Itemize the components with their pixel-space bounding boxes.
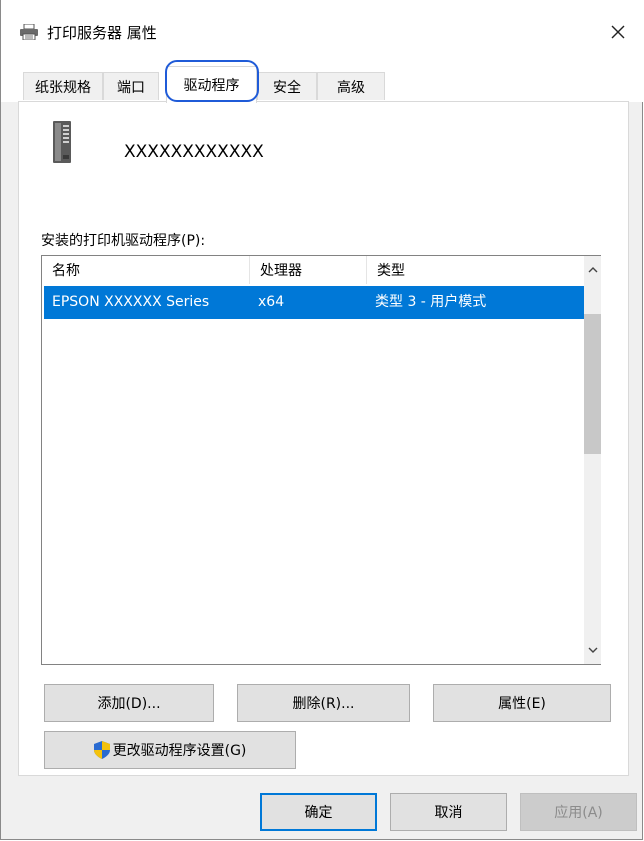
server-name: XXXXXXXXXXXX: [124, 142, 264, 162]
add-driver-button[interactable]: 添加(D)...: [44, 684, 214, 722]
close-icon: [611, 25, 625, 39]
tab-drivers[interactable]: 驱动程序: [166, 66, 257, 103]
tab-paper-size[interactable]: 纸张规格: [23, 72, 103, 100]
title-bar: 打印服务器 属性: [1, 0, 644, 62]
driver-properties-button[interactable]: 属性(E): [433, 684, 611, 722]
uac-shield-icon: [93, 741, 110, 759]
scrollbar-thumb[interactable]: [584, 314, 601, 454]
window-title: 打印服务器 属性: [47, 24, 157, 42]
vertical-scrollbar[interactable]: [584, 256, 601, 664]
column-header-type[interactable]: 类型: [367, 256, 584, 284]
installed-drivers-label: 安装的打印机驱动程序(P):: [41, 233, 206, 249]
chevron-down-icon: [588, 647, 597, 653]
driver-name-cell: EPSON XXXXXX Series: [52, 294, 210, 310]
list-header: 名称 处理器 类型: [42, 256, 584, 284]
drivers-list[interactable]: 名称 处理器 类型 EPSON XXXXXX Series x64 类型 3 -…: [41, 255, 601, 665]
scroll-up-button[interactable]: [584, 260, 601, 280]
remove-driver-button[interactable]: 删除(R)...: [237, 684, 410, 722]
server-icon: [53, 121, 71, 163]
tab-security[interactable]: 安全: [257, 72, 317, 100]
ok-button[interactable]: 确定: [260, 793, 377, 831]
cancel-button[interactable]: 取消: [390, 793, 507, 831]
column-header-name[interactable]: 名称: [42, 256, 250, 284]
chevron-up-icon: [588, 267, 597, 273]
change-driver-settings-label: 更改驱动程序设置(G): [112, 743, 247, 759]
tab-advanced[interactable]: 高级: [317, 72, 385, 100]
driver-processor-cell: x64: [258, 294, 285, 310]
table-row[interactable]: EPSON XXXXXX Series x64 类型 3 - 用户模式: [44, 286, 584, 319]
tab-ports[interactable]: 端口: [103, 72, 159, 100]
apply-button[interactable]: 应用(A): [520, 793, 637, 831]
print-server-properties-window: 打印服务器 属性 纸张规格 端口 驱动程序 安全 高级 XXXXXXXXXXXX…: [0, 0, 644, 840]
scroll-down-button[interactable]: [584, 640, 601, 660]
close-button[interactable]: [600, 14, 636, 50]
column-header-processor[interactable]: 处理器: [250, 256, 367, 284]
driver-type-cell: 类型 3 - 用户模式: [375, 294, 487, 310]
printer-icon: [20, 24, 38, 40]
change-driver-settings-button[interactable]: 更改驱动程序设置(G): [44, 731, 296, 769]
